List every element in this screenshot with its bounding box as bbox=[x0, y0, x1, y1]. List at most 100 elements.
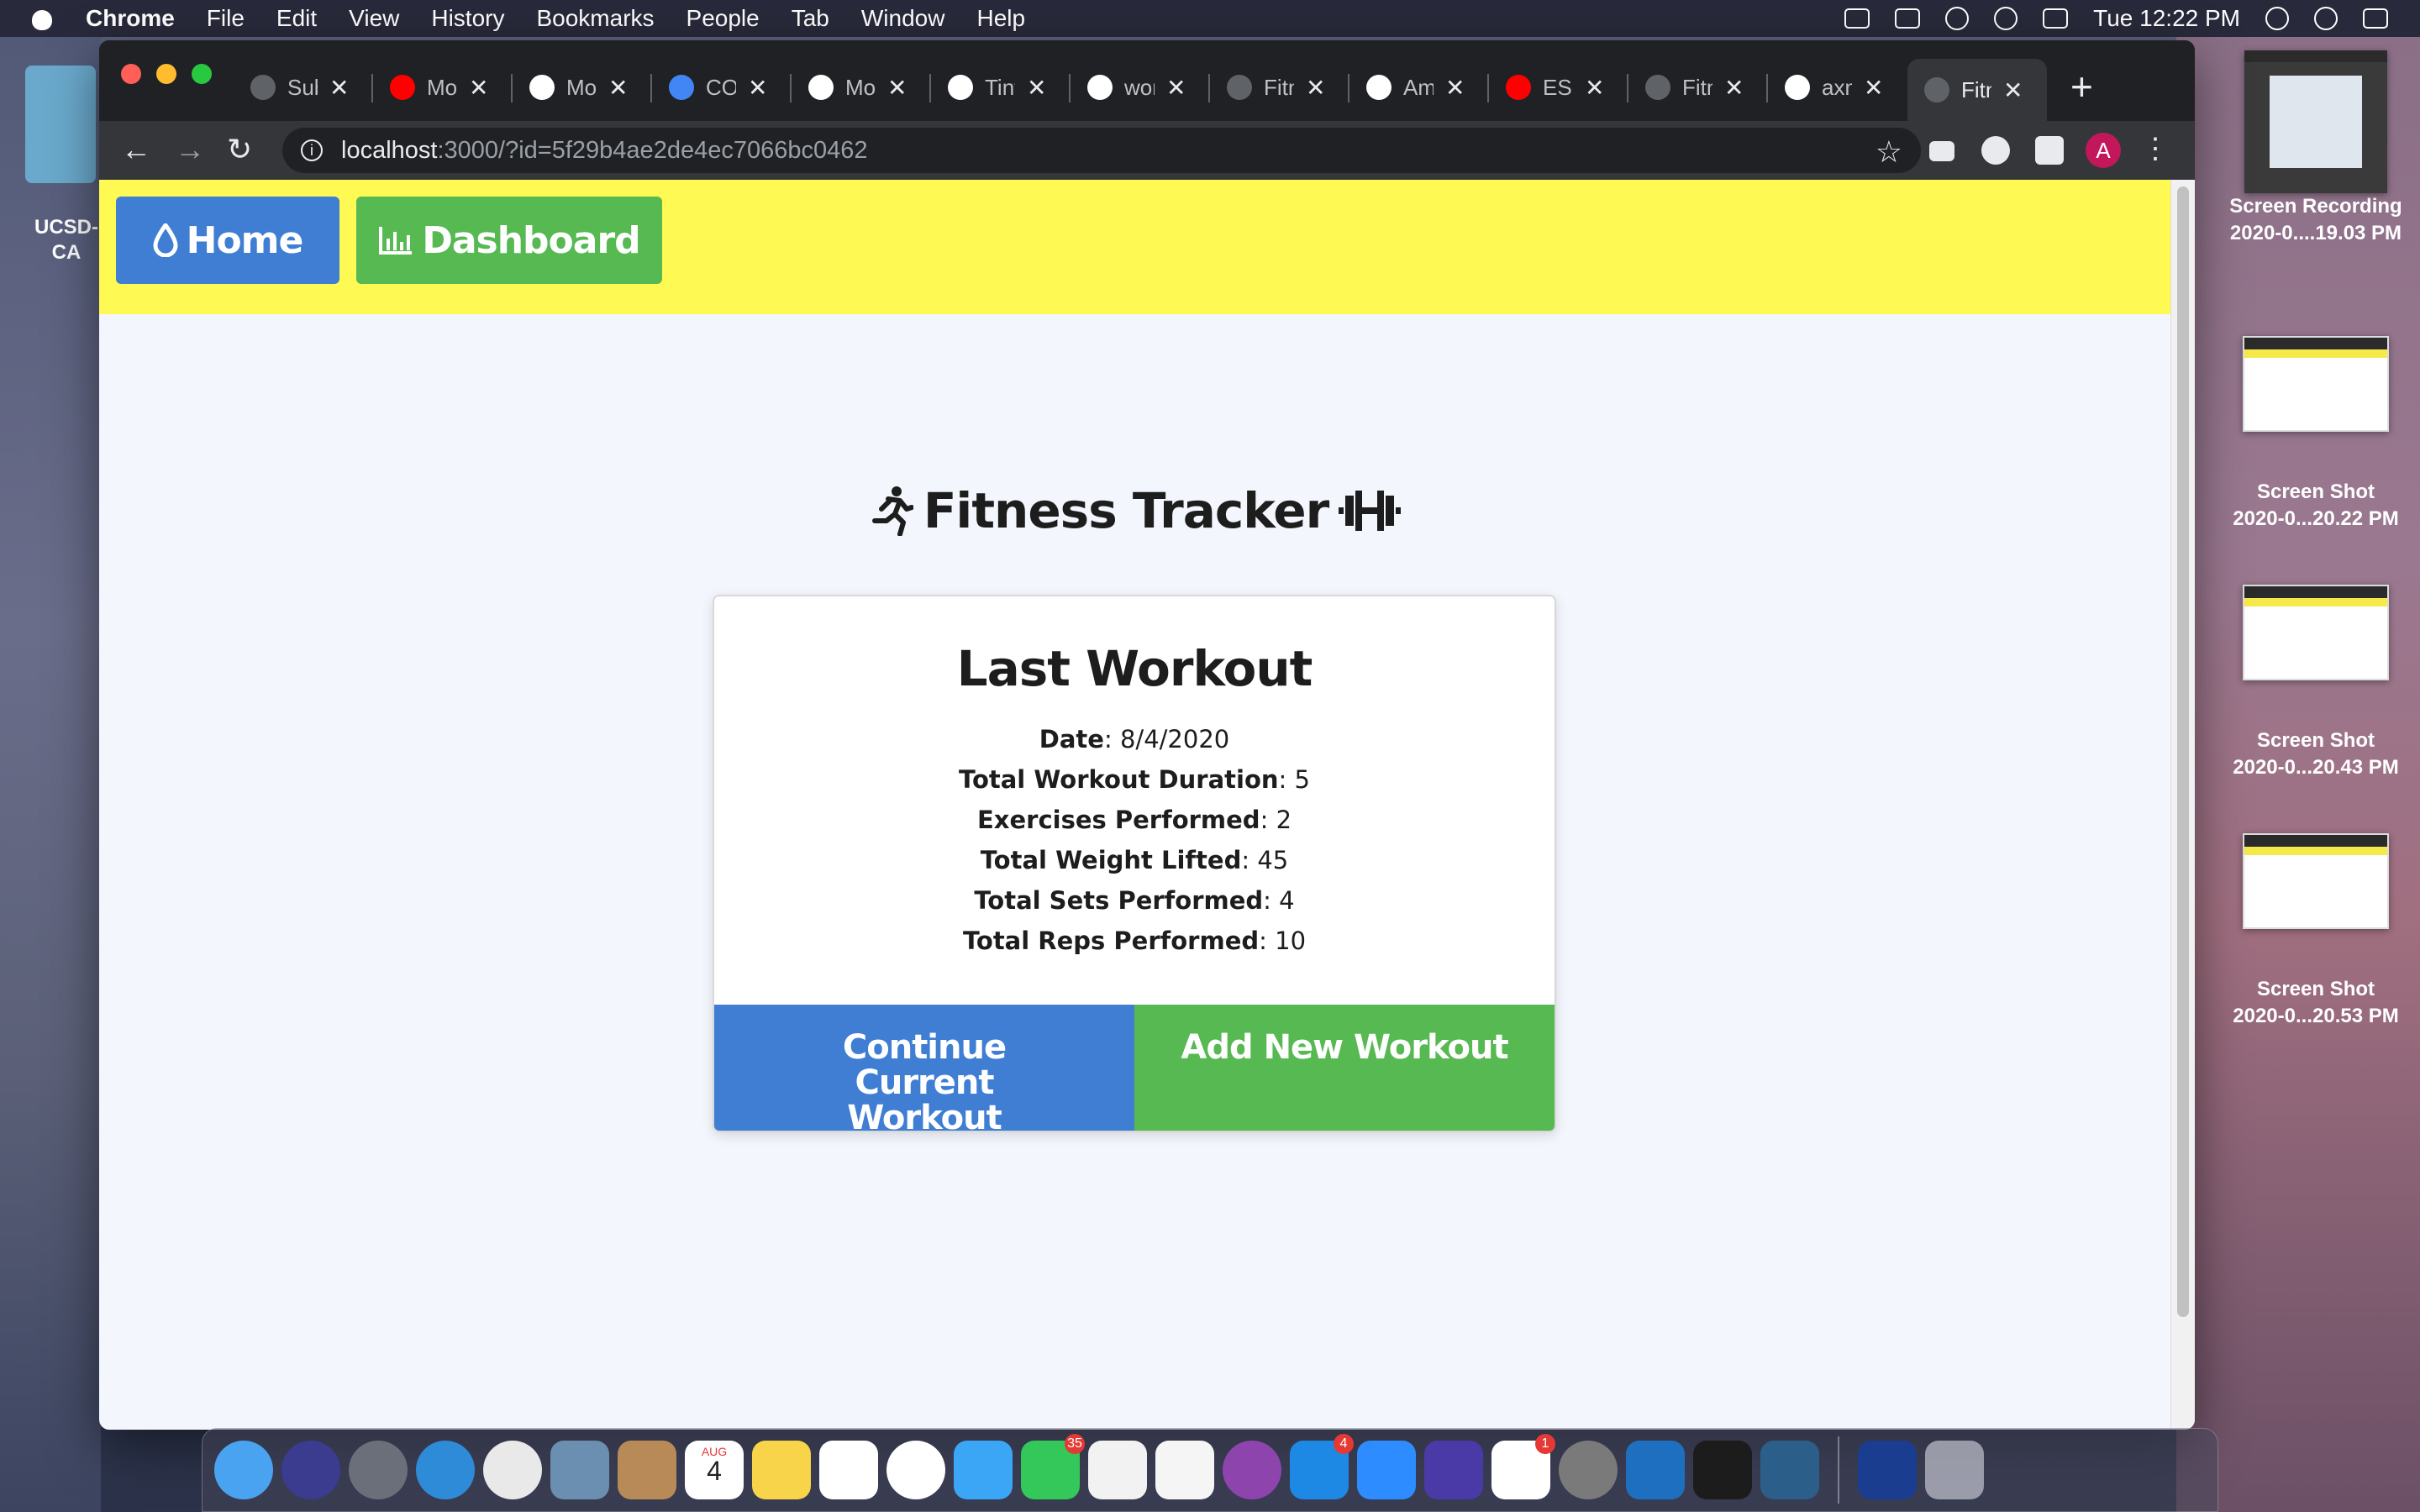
close-tab-icon[interactable]: ✕ bbox=[1724, 74, 1744, 102]
chrome-menu-icon[interactable]: ⋮ bbox=[2141, 134, 2170, 163]
screencastify-extension-icon[interactable] bbox=[1929, 141, 1954, 161]
browser-tab[interactable]: Fitn ✕ bbox=[1210, 59, 1349, 116]
browser-tab[interactable]: Am ✕ bbox=[1349, 59, 1489, 116]
close-tab-icon[interactable]: ✕ bbox=[1027, 74, 1046, 102]
menu-bar-clock[interactable]: Tue 12:22 PM bbox=[2093, 5, 2240, 32]
app-store-icon[interactable]: 4 bbox=[1290, 1434, 1354, 1499]
podcasts-icon[interactable] bbox=[1223, 1441, 1281, 1499]
menu-window[interactable]: Window bbox=[861, 5, 945, 32]
close-tab-icon[interactable]: ✕ bbox=[608, 74, 628, 102]
continue-workout-button[interactable]: Continue Current Workout bbox=[714, 1005, 1134, 1131]
home-button[interactable]: Home bbox=[116, 197, 339, 284]
launchpad-icon[interactable] bbox=[349, 1441, 408, 1499]
browser-tab[interactable]: wor ✕ bbox=[1071, 59, 1210, 116]
close-tab-icon[interactable]: ✕ bbox=[1166, 74, 1186, 102]
creative-cloud-icon[interactable] bbox=[1945, 7, 1970, 30]
zoom-icon[interactable] bbox=[1357, 1441, 1416, 1499]
new-tab-button[interactable]: + bbox=[2070, 64, 2093, 109]
browser-tab[interactable]: Mo ✕ bbox=[792, 59, 931, 116]
mysql-workbench-icon[interactable] bbox=[1760, 1441, 1819, 1499]
close-tab-icon[interactable]: ✕ bbox=[469, 74, 488, 102]
desktop-file-screen-recording[interactable]: Screen Recording 2020-0....19.03 PM bbox=[2215, 50, 2417, 247]
site-info-icon[interactable]: i bbox=[301, 139, 323, 161]
browser-tab[interactable]: Fitn ✕ bbox=[1907, 59, 2047, 121]
music-icon[interactable] bbox=[1155, 1441, 1214, 1499]
url-host: localhost bbox=[341, 136, 438, 164]
browser-tab[interactable]: axn ✕ bbox=[1768, 59, 1907, 116]
desktop-file-screen-shot[interactable]: Screen Shot 2020-0...20.53 PM bbox=[2215, 833, 2417, 1030]
reminders-icon[interactable] bbox=[819, 1441, 878, 1499]
news-icon[interactable] bbox=[1088, 1441, 1147, 1499]
apple-menu-icon[interactable] bbox=[32, 7, 52, 30]
close-tab-icon[interactable]: ✕ bbox=[1585, 74, 1604, 102]
dashboard-button[interactable]: Dashboard bbox=[356, 197, 662, 284]
finder-icon[interactable] bbox=[214, 1441, 273, 1499]
page-scrollbar[interactable] bbox=[2170, 180, 2195, 1430]
spotlight-search-icon[interactable] bbox=[2265, 7, 2289, 30]
close-tab-icon[interactable]: ✕ bbox=[329, 74, 349, 102]
menu-tab[interactable]: Tab bbox=[792, 5, 829, 32]
close-tab-icon[interactable]: ✕ bbox=[1445, 74, 1465, 102]
siri-icon[interactable] bbox=[2314, 7, 2338, 30]
close-tab-icon[interactable]: ✕ bbox=[887, 74, 907, 102]
menu-people[interactable]: People bbox=[687, 5, 760, 32]
reload-icon[interactable]: ↻ bbox=[227, 133, 252, 166]
browser-tab[interactable]: Sub ✕ bbox=[234, 59, 373, 116]
browser-tab[interactable]: Mor ✕ bbox=[373, 59, 513, 116]
browser-tab[interactable]: Mor ✕ bbox=[513, 59, 652, 116]
wd-backup-icon[interactable] bbox=[1858, 1441, 1917, 1499]
photos-icon[interactable] bbox=[886, 1441, 945, 1499]
facetime-icon[interactable]: 35 bbox=[1021, 1434, 1085, 1499]
menu-app-name[interactable]: Chrome bbox=[86, 5, 175, 32]
browser-tab[interactable]: ESL ✕ bbox=[1489, 59, 1628, 116]
minimize-window-button[interactable] bbox=[156, 64, 176, 84]
battery-icon[interactable] bbox=[2043, 8, 2069, 29]
menu-history[interactable]: History bbox=[431, 5, 504, 32]
messages-icon[interactable] bbox=[954, 1441, 1013, 1499]
forward-arrow-icon[interactable]: → bbox=[175, 133, 205, 166]
profile-avatar[interactable]: A bbox=[2086, 133, 2121, 168]
bookmark-star-icon[interactable]: ☆ bbox=[1876, 134, 1902, 170]
close-tab-icon[interactable]: ✕ bbox=[748, 74, 767, 102]
desktop-folder-icon[interactable] bbox=[25, 66, 96, 183]
menu-view[interactable]: View bbox=[349, 5, 399, 32]
trash-icon[interactable] bbox=[1925, 1441, 1984, 1499]
close-tab-icon[interactable]: ✕ bbox=[2003, 76, 2023, 104]
zoom-status-icon[interactable] bbox=[1844, 8, 1870, 29]
preview-icon[interactable] bbox=[550, 1441, 609, 1499]
menu-file[interactable]: File bbox=[207, 5, 245, 32]
scrollbar-thumb[interactable] bbox=[2177, 186, 2189, 1317]
extensions-puzzle-icon[interactable] bbox=[2035, 136, 2064, 165]
desktop-file-screen-shot[interactable]: Screen Shot 2020-0...20.43 PM bbox=[2215, 585, 2417, 781]
notes-icon[interactable] bbox=[752, 1441, 811, 1499]
address-bar[interactable]: i localhost:3000/?id=5f29b4ae2de4ec7066b… bbox=[282, 128, 1921, 173]
back-arrow-icon[interactable]: ← bbox=[121, 133, 151, 166]
vscode-icon[interactable] bbox=[1626, 1441, 1685, 1499]
wifi-icon[interactable] bbox=[1994, 7, 2018, 30]
browser-tab[interactable]: Tiny ✕ bbox=[931, 59, 1071, 116]
system-preferences-icon[interactable] bbox=[1559, 1441, 1618, 1499]
contacts-icon[interactable] bbox=[618, 1441, 676, 1499]
slack-icon[interactable]: 1 bbox=[1491, 1434, 1555, 1499]
menu-bookmarks[interactable]: Bookmarks bbox=[536, 5, 654, 32]
zoom-window-button[interactable] bbox=[192, 64, 212, 84]
dashboard-label: Dashboard bbox=[422, 218, 640, 262]
menu-edit[interactable]: Edit bbox=[276, 5, 317, 32]
chrome-icon[interactable] bbox=[483, 1441, 542, 1499]
close-window-button[interactable] bbox=[121, 64, 141, 84]
add-workout-button[interactable]: Add New Workout bbox=[1134, 1005, 1555, 1131]
siri-icon[interactable] bbox=[281, 1441, 340, 1499]
close-tab-icon[interactable]: ✕ bbox=[1864, 74, 1883, 102]
extension-icon[interactable] bbox=[1981, 136, 2010, 165]
browser-tab[interactable]: CO ✕ bbox=[652, 59, 792, 116]
terminal-icon[interactable] bbox=[1693, 1441, 1752, 1499]
browser-tab[interactable]: Fitn ✕ bbox=[1628, 59, 1768, 116]
desktop-file-screen-shot[interactable]: Screen Shot 2020-0...20.22 PM bbox=[2215, 336, 2417, 533]
calendar-icon[interactable]: AUG 4 bbox=[685, 1441, 744, 1499]
menu-help[interactable]: Help bbox=[976, 5, 1025, 32]
safari-icon[interactable] bbox=[416, 1441, 475, 1499]
wd-status-icon[interactable] bbox=[1895, 8, 1921, 29]
imovie-icon[interactable] bbox=[1424, 1441, 1483, 1499]
close-tab-icon[interactable]: ✕ bbox=[1306, 74, 1325, 102]
notification-center-icon[interactable] bbox=[2363, 8, 2388, 29]
